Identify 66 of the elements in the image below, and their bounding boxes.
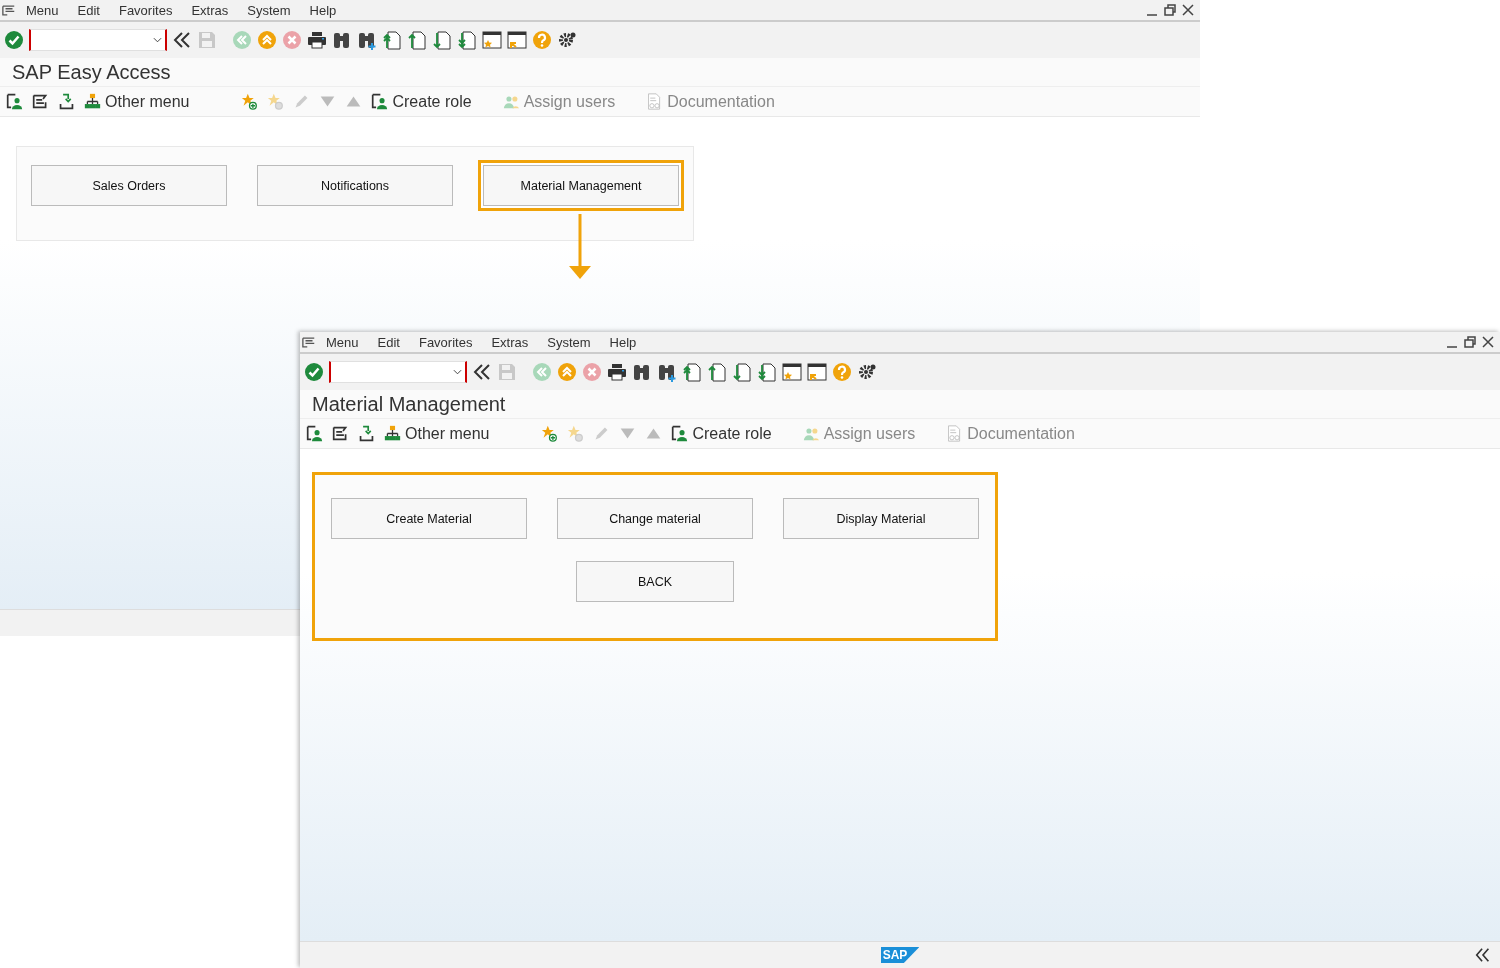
menu-item[interactable]: Help xyxy=(609,334,637,350)
command-field[interactable] xyxy=(329,361,467,383)
dropdown-icon[interactable] xyxy=(153,37,162,43)
double-chevron-icon[interactable] xyxy=(172,30,192,50)
user-page-icon[interactable] xyxy=(306,425,323,442)
menu-item[interactable]: Extras xyxy=(491,334,529,350)
toolbar-button[interactable]: Other menu xyxy=(84,92,190,111)
menu-item[interactable]: Help xyxy=(309,2,337,18)
screen-title: SAP Easy Access xyxy=(0,58,1200,87)
sap-logo: SAP xyxy=(880,947,920,963)
menu-item[interactable]: System xyxy=(247,2,291,18)
menu-item[interactable]: Edit xyxy=(77,2,100,18)
page-down-icon[interactable] xyxy=(732,362,752,382)
page-up-arrow-icon[interactable] xyxy=(682,362,702,382)
close-icon[interactable] xyxy=(1482,336,1494,348)
org-chart-icon[interactable] xyxy=(384,425,401,442)
action-button[interactable]: Change material xyxy=(557,498,753,539)
page-up-icon[interactable] xyxy=(707,362,727,382)
menu-icon[interactable] xyxy=(2,4,16,16)
dropdown-icon[interactable] xyxy=(453,369,462,375)
org-chart-icon[interactable] xyxy=(84,93,101,110)
menu-item[interactable]: Favorites xyxy=(118,2,173,18)
menu-page-icon[interactable] xyxy=(32,93,49,110)
page-up-icon[interactable] xyxy=(407,30,427,50)
menu-item[interactable]: Extras xyxy=(191,2,229,18)
page-down-arrow-icon[interactable] xyxy=(757,362,777,382)
menu-page-icon[interactable] xyxy=(332,425,349,442)
check-circle-icon[interactable] xyxy=(304,362,324,382)
double-chevron-icon[interactable] xyxy=(1474,946,1492,964)
action-button[interactable]: Sales Orders xyxy=(31,165,227,206)
action-button[interactable]: Create Material xyxy=(331,498,527,539)
close-icon[interactable] xyxy=(1182,4,1194,16)
toolbar-button[interactable]: Create role xyxy=(371,92,472,111)
printer-icon[interactable] xyxy=(607,362,627,382)
star-plus-icon[interactable] xyxy=(241,93,259,110)
menu-icon[interactable] xyxy=(302,336,316,348)
double-chevron-icon[interactable] xyxy=(472,362,492,382)
restore-icon[interactable] xyxy=(1164,4,1176,16)
menu-item[interactable]: Menu xyxy=(326,334,359,350)
menu-item[interactable]: Menu xyxy=(26,2,59,18)
toolbar-button[interactable]: Other menu xyxy=(384,424,490,443)
action-button[interactable]: Display Material xyxy=(783,498,979,539)
action-button[interactable]: Material Management xyxy=(478,160,684,211)
star-delete-icon[interactable] xyxy=(567,425,585,442)
star-plus-icon[interactable] xyxy=(541,425,559,442)
action-button[interactable]: Notifications xyxy=(257,165,453,206)
check-circle-icon[interactable] xyxy=(4,30,24,50)
page-up-arrow-icon[interactable] xyxy=(382,30,402,50)
menu-item[interactable]: Edit xyxy=(377,334,400,350)
user-page-icon[interactable] xyxy=(371,93,389,110)
printer-icon[interactable] xyxy=(307,30,327,50)
menu-item[interactable]: Favorites xyxy=(418,334,473,350)
page-down-icon[interactable] xyxy=(432,30,452,50)
page-down-arrow-icon[interactable] xyxy=(457,30,477,50)
user-page-icon[interactable] xyxy=(671,425,689,442)
user-page-icon[interactable] xyxy=(6,93,23,110)
screen-title: Material Management xyxy=(300,390,1500,419)
download-icon[interactable] xyxy=(358,425,375,442)
menu-item[interactable]: System xyxy=(547,334,591,350)
command-field[interactable] xyxy=(29,29,167,51)
restore-icon[interactable] xyxy=(1464,336,1476,348)
star-delete-icon[interactable] xyxy=(267,93,285,110)
action-button[interactable]: BACK xyxy=(576,561,734,602)
download-icon[interactable] xyxy=(58,93,75,110)
toolbar-button[interactable]: Create role xyxy=(671,424,772,443)
arrow-down-drawing xyxy=(567,214,593,280)
